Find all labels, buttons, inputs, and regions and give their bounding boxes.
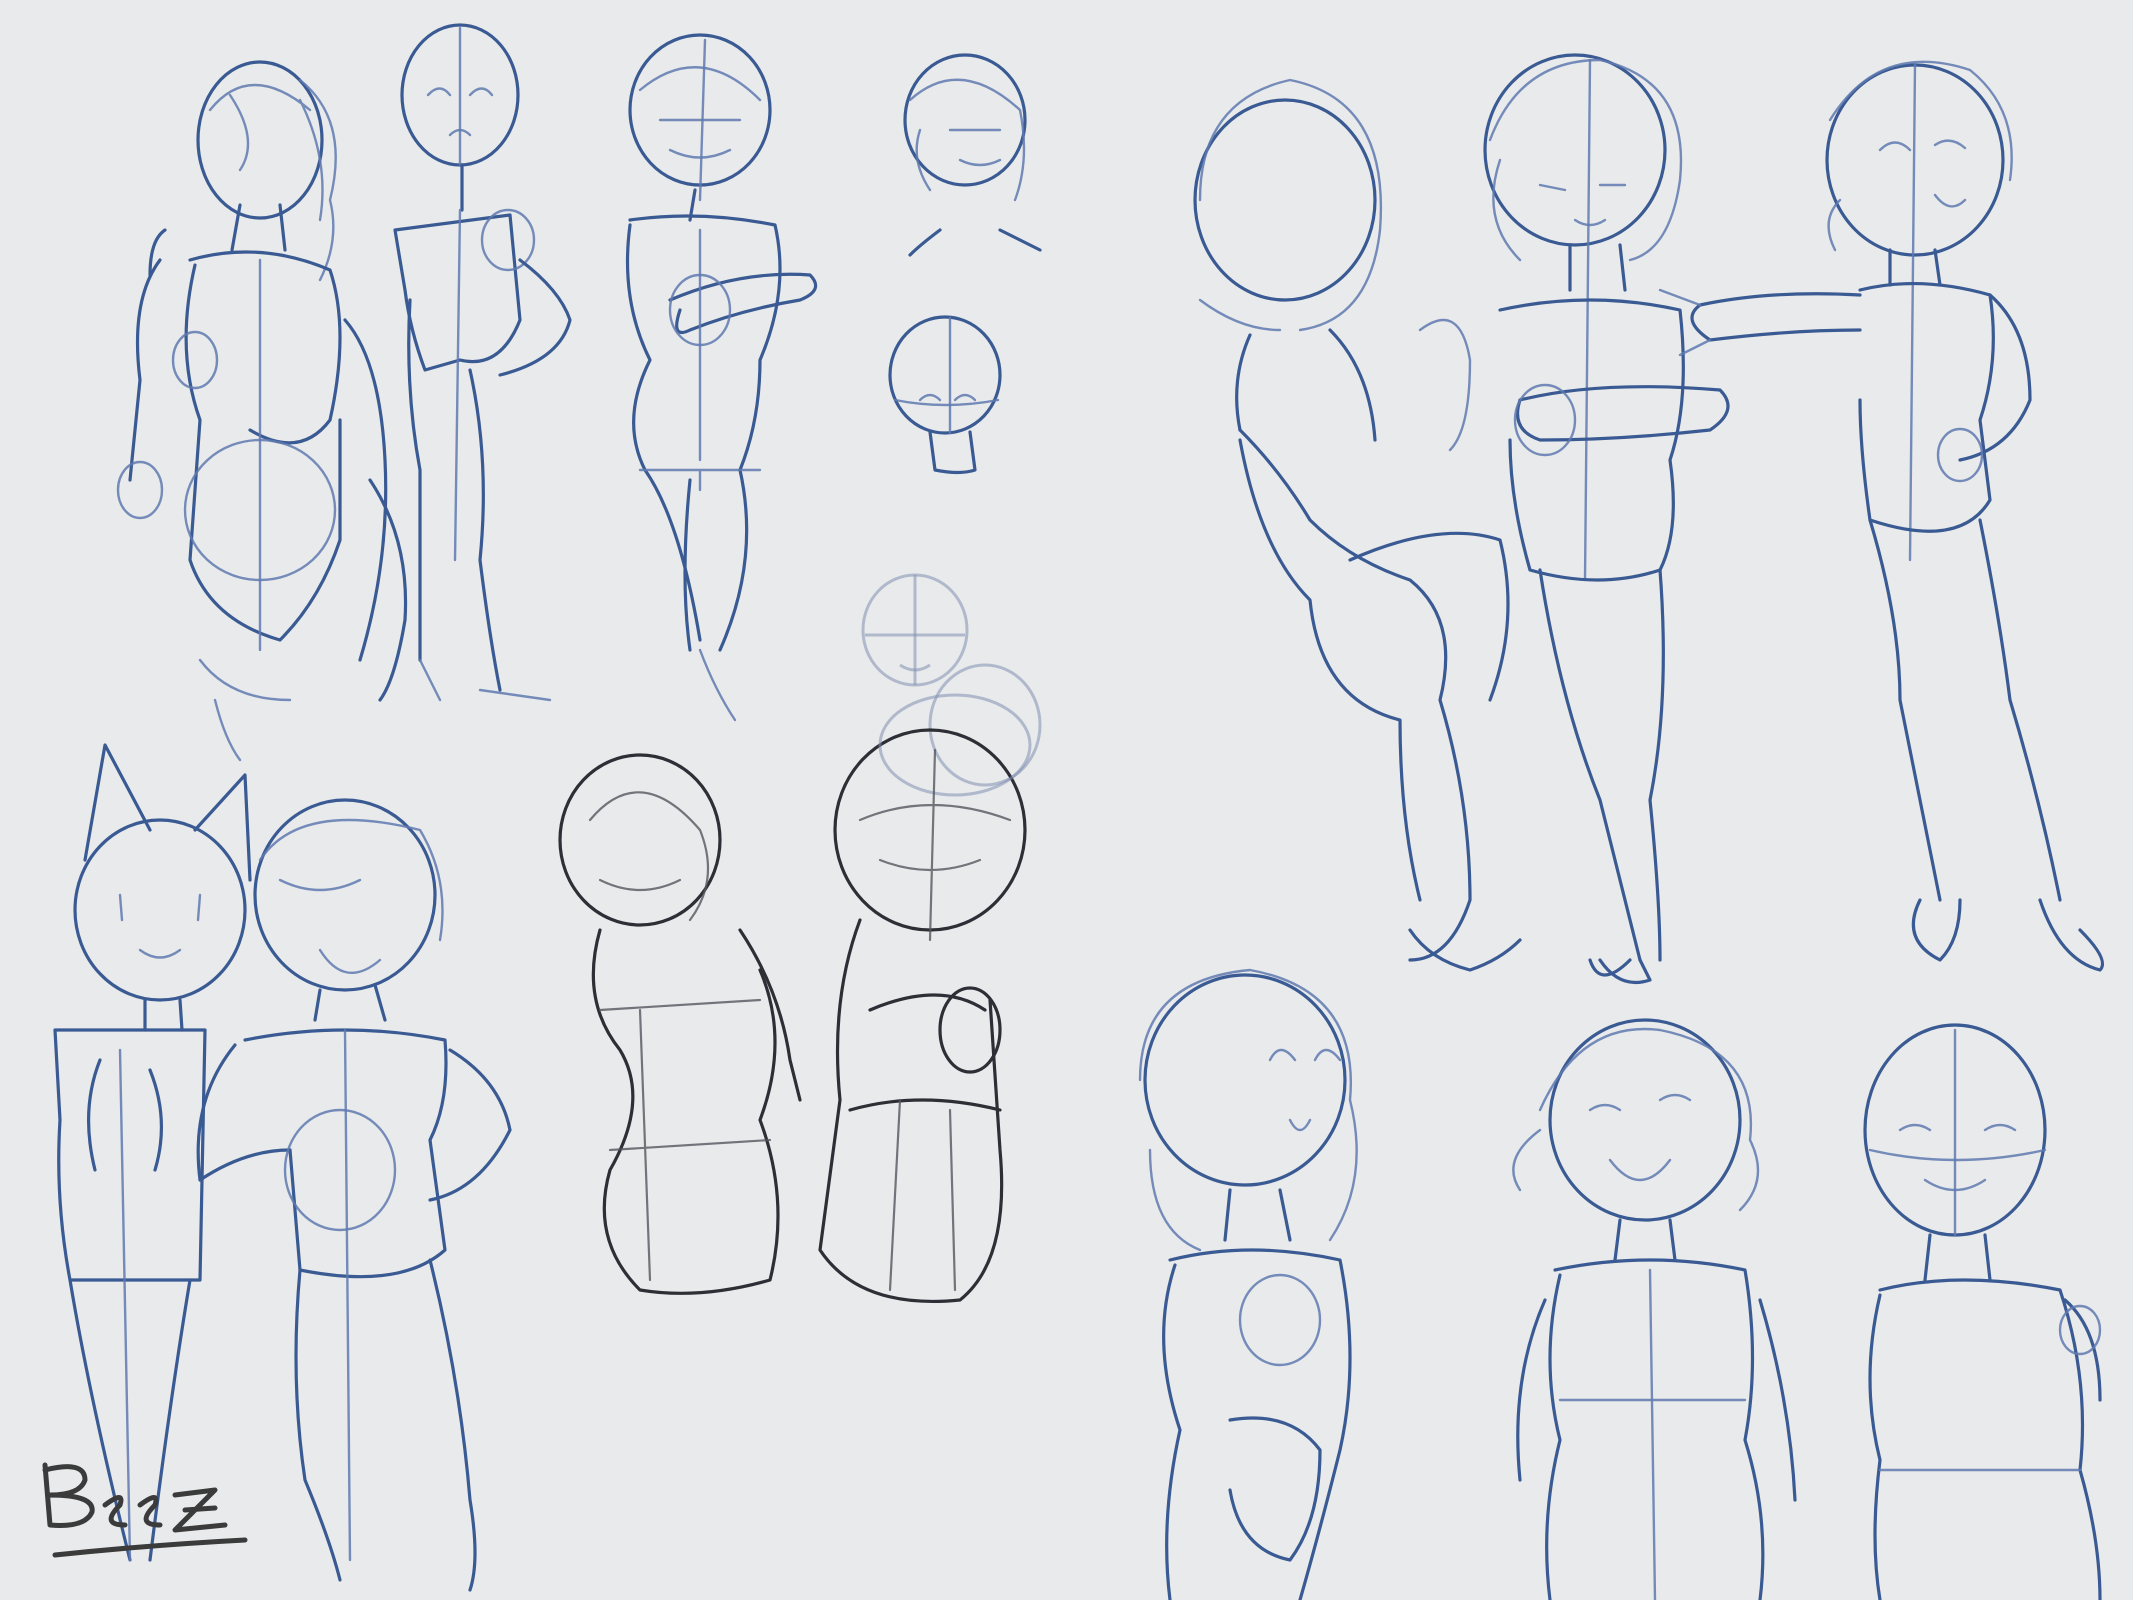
figure-sketch-curvy-arms [625,33,818,722]
head-sketch-round [888,315,1002,475]
head-sketch-faint [861,573,1042,787]
figure-sketch-cat-ears [53,743,252,1562]
figure-sketch-surprised-girl [1138,968,1358,1600]
figure-sketch-laughing-girl-two [1512,1018,1797,1600]
figure-sketch-pointing [1658,60,2105,972]
figure-sketch-arms-crossed [1483,53,1730,985]
figure-sketch-smiling-head-torso [1863,1023,2102,1600]
head-sketch-bob-hair [903,53,1042,257]
figure-sketch-back-view-blue [1193,78,1522,972]
figure-sketch-dark-back-view [558,753,802,1295]
figure-sketch-dark-front-view [818,693,1032,1304]
artist-signature [42,1462,248,1558]
sketch-page [42,23,2105,1600]
figure-sketch-hand-on-hip [393,23,572,702]
figure-sketch-ponytail-girl [116,60,408,762]
